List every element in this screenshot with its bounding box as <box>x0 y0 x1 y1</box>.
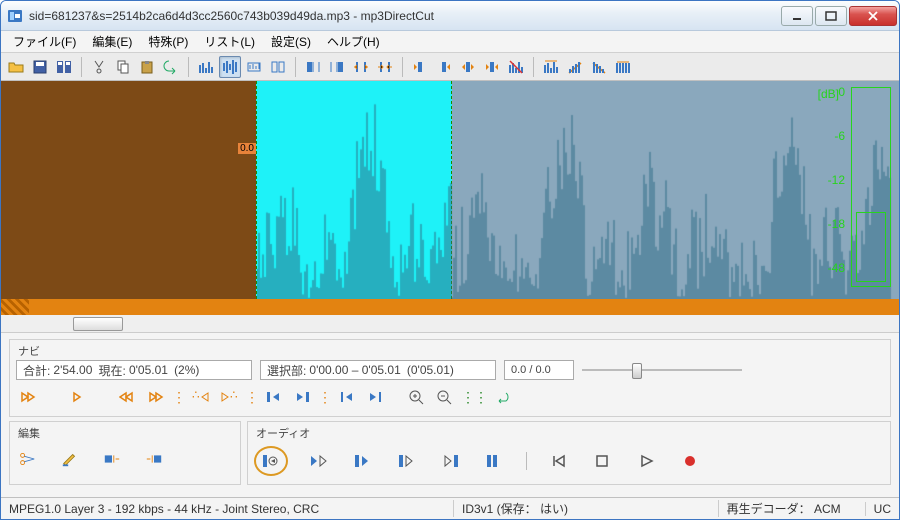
skip-prev-icon[interactable] <box>335 386 359 408</box>
wave-region-left: 0.0 <box>1 81 256 299</box>
menu-edit[interactable]: 編集(E) <box>84 31 140 52</box>
horizontal-scrollbar[interactable] <box>1 315 899 333</box>
cut-icon[interactable] <box>88 56 110 78</box>
status-decoder: 再生デコーダ： ACM <box>718 500 841 517</box>
level-meter <box>851 87 891 287</box>
marker-out-icon[interactable] <box>481 56 503 78</box>
close-button[interactable] <box>849 6 897 26</box>
waveform-display[interactable]: 0.0 [dB] 0 -6 -12 -18 -48 <box>1 81 899 299</box>
statusbar: MPEG1.0 Layer 3 - 192 kbps - 44 kHz - Jo… <box>1 497 899 519</box>
undo-nav-icon[interactable] <box>491 386 515 408</box>
play-pair4-icon[interactable] <box>438 450 464 472</box>
marker-left-icon[interactable] <box>409 56 431 78</box>
titlebar: sid=681237&s=2514b2ca6d4d3cc2560c743b039… <box>1 1 899 31</box>
stop-icon[interactable] <box>589 450 615 472</box>
edit-group: 編集 <box>9 421 241 485</box>
gain-icon[interactable] <box>540 56 562 78</box>
range-out-icon[interactable] <box>350 56 372 78</box>
window-title: sid=681237&s=2514b2ca6d4d3cc2560c743b039… <box>29 9 779 23</box>
menu-special[interactable]: 特殊(P) <box>140 31 196 52</box>
marker-in-icon[interactable] <box>457 56 479 78</box>
play-from-cue-icon[interactable] <box>258 450 284 472</box>
menu-list[interactable]: リスト(L) <box>196 31 263 52</box>
audio-group: オーディオ <box>247 421 891 485</box>
zoom-in-icon[interactable] <box>405 386 429 408</box>
wave-region-rest: [dB] 0 -6 -12 -18 -48 <box>452 81 899 299</box>
highlight-ring <box>254 446 288 476</box>
status-id3: ID3v1 (保存： はい) <box>453 500 613 517</box>
maximize-button[interactable] <box>815 6 847 26</box>
overview-strip[interactable] <box>1 299 899 315</box>
region1-icon[interactable] <box>302 56 324 78</box>
svg-text:∴: ∴ <box>230 389 238 402</box>
fade-down-icon[interactable] <box>588 56 610 78</box>
minimize-button[interactable] <box>781 6 813 26</box>
undo-icon[interactable] <box>160 56 182 78</box>
save-icon[interactable] <box>29 56 51 78</box>
nav-prev-dots-icon[interactable]: ∴ <box>189 386 213 408</box>
skip-back-icon[interactable] <box>545 450 571 472</box>
record-icon[interactable] <box>677 450 703 472</box>
db-scale: 0 -6 -12 -18 -48 <box>828 85 845 299</box>
zoom-out-icon[interactable] <box>433 386 457 408</box>
cue-prev-icon[interactable] <box>262 386 286 408</box>
nav-group-label: ナビ <box>16 346 42 358</box>
wave-region-selected <box>256 81 452 299</box>
view-wave4-icon[interactable] <box>267 56 289 78</box>
view-wave2-icon[interactable] <box>219 56 241 78</box>
play-icon[interactable] <box>633 450 659 472</box>
edit-trim-right-icon[interactable] <box>142 448 166 470</box>
open-icon[interactable] <box>5 56 27 78</box>
readout-total: 合計: 2'54.00 現在: 0'05.01 (2%) <box>16 360 252 380</box>
svg-text:∴: ∴ <box>192 389 200 402</box>
separator-icon: ⋮⋮ <box>461 389 487 406</box>
nav-rewind-fast-icon[interactable] <box>16 386 40 408</box>
play-pair3-icon[interactable] <box>394 450 420 472</box>
separator-icon: ⋮ <box>245 389 258 406</box>
paste-icon[interactable] <box>136 56 158 78</box>
status-format: MPEG1.0 Layer 3 - 192 kbps - 44 kHz - Jo… <box>9 502 429 516</box>
play-pair5-icon[interactable] <box>482 450 508 472</box>
view-wave3-icon[interactable] <box>243 56 265 78</box>
play-pair1-icon[interactable] <box>306 450 332 472</box>
menubar: ファイル(F) 編集(E) 特殊(P) リスト(L) 設定(S) ヘルプ(H) <box>1 31 899 53</box>
menu-settings[interactable]: 設定(S) <box>263 31 319 52</box>
region2-icon[interactable] <box>326 56 348 78</box>
save-split-icon[interactable] <box>53 56 75 78</box>
normalize-icon[interactable] <box>612 56 634 78</box>
marker-clear-icon[interactable] <box>505 56 527 78</box>
cue-next-icon[interactable] <box>290 386 314 408</box>
menu-help[interactable]: ヘルプ(H) <box>319 31 388 52</box>
menu-file[interactable]: ファイル(F) <box>5 31 84 52</box>
edit-group-label: 編集 <box>16 428 42 440</box>
app-icon <box>7 8 23 24</box>
range-in-icon[interactable] <box>374 56 396 78</box>
copy-icon[interactable] <box>112 56 134 78</box>
fade-up-icon[interactable] <box>564 56 586 78</box>
marker-right-icon[interactable] <box>433 56 455 78</box>
status-uc: UC <box>865 502 891 516</box>
position-slider[interactable] <box>582 361 742 379</box>
readout-selection: 選択部: 0'00.00 – 0'05.01 (0'05.01) <box>260 360 496 380</box>
nav-next-dots-icon[interactable]: ∴ <box>217 386 241 408</box>
nav-forward-icon[interactable] <box>66 386 90 408</box>
nav-group: ナビ 合計: 2'54.00 現在: 0'05.01 (2%) 選択部: 0'0… <box>9 339 891 417</box>
separator-icon: ⋮ <box>318 389 331 406</box>
edit-trim-left-icon[interactable] <box>100 448 124 470</box>
toolbar <box>1 53 899 81</box>
nav-rewind-icon[interactable] <box>116 386 140 408</box>
gain-marker: 0.0 <box>238 143 256 154</box>
separator-icon: ⋮ <box>172 389 185 406</box>
skip-next-icon[interactable] <box>363 386 387 408</box>
view-wave1-icon[interactable] <box>195 56 217 78</box>
edit-scissors-icon[interactable] <box>16 448 40 470</box>
nav-forward-fast-icon[interactable] <box>144 386 168 408</box>
readout-ratio: 0.0 / 0.0 <box>504 360 574 380</box>
edit-pencil-icon[interactable] <box>58 448 82 470</box>
play-pair2-icon[interactable] <box>350 450 376 472</box>
audio-group-label: オーディオ <box>254 428 312 440</box>
